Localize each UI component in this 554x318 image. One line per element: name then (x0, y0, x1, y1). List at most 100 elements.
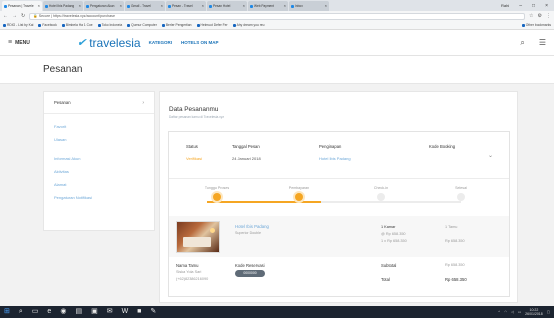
lodging-header: Penginapan (319, 144, 342, 149)
order-progress: Tunggu Proses Pembayaran Check-in Selesa… (169, 179, 509, 215)
bookmark-icon (127, 23, 131, 27)
bookmark-icon (161, 23, 165, 27)
store-icon[interactable]: ▣ (91, 306, 98, 318)
close-tab-icon[interactable]: × (120, 1, 122, 11)
sidebar-item-ulasan[interactable]: Ulasan (44, 133, 154, 146)
menu-button[interactable]: ≡ MENU (8, 39, 78, 46)
sidebar-item-pengaturan-notifikasi[interactable]: Pengaturan Notifikasi (44, 191, 154, 204)
sidebar-item-informasi-akun[interactable]: Informasi Akun (44, 152, 154, 165)
profile-name[interactable]: Rahi (501, 3, 509, 8)
room-type: Superior Double (235, 231, 261, 235)
notification-icon[interactable]: ▢ (547, 310, 550, 314)
task-view-icon[interactable]: ▭ (32, 306, 39, 318)
bookmark-item[interactable]: RDIG - List by Kai (3, 23, 33, 27)
hotel-photo[interactable] (176, 221, 220, 253)
booking-code-header: Kode Booking (429, 144, 456, 149)
favicon-icon (168, 4, 171, 8)
status-value: Verifikasi (186, 156, 203, 161)
minimize-icon[interactable]: – (519, 3, 522, 9)
lock-icon: 🔒 (33, 13, 38, 18)
search-icon[interactable]: ⌕ (520, 38, 524, 48)
browser-tab[interactable]: Web Payment × (248, 1, 288, 11)
close-tab-icon[interactable]: × (79, 1, 81, 11)
guest-phone: (+62)82386216090 (176, 277, 209, 281)
step-pembayaran: Pembayaran (269, 179, 329, 201)
bookmark-item[interactable]: Bimbela Ha 1 Coe (61, 23, 93, 27)
close-tab-icon[interactable]: × (243, 1, 245, 11)
sidebar-item-pesanan[interactable]: Pesanan › (44, 92, 154, 114)
tray-chevron-icon[interactable]: ^ (498, 310, 500, 314)
bookmark-item[interactable]: Qurnur Computer (127, 23, 157, 27)
browser-tab[interactable]: Pesan - Travel × (166, 1, 206, 11)
explorer-icon[interactable]: ▤ (75, 306, 82, 318)
browser-tab[interactable]: Gmail - Travel × (125, 1, 165, 11)
back-icon[interactable]: ← (3, 13, 8, 19)
forward-icon[interactable]: → (12, 13, 17, 19)
favicon-icon (127, 4, 130, 8)
bookmark-item[interactable]: Ahy dream you reu (232, 23, 264, 27)
mail-icon[interactable]: ✉ (107, 306, 113, 318)
favicon-icon (86, 4, 89, 8)
hamburger-icon: ≡ (8, 39, 13, 46)
account-sidebar: Pesanan › Favorit Ulasan Informasi Akun A… (43, 91, 155, 231)
browser-tab[interactable]: Inbox × (289, 1, 329, 11)
other-bookmarks[interactable]: Other bookmarks (521, 23, 551, 27)
logo-bird-icon: ✔ (76, 37, 89, 49)
hotel-name[interactable]: Hotel Ibis Padang (235, 224, 269, 229)
favicon-icon (291, 4, 294, 8)
volume-icon[interactable]: ◁ (511, 310, 514, 314)
window-controls: Rahi – □ × (501, 0, 554, 11)
favicon-icon (45, 4, 48, 8)
windows-start-icon[interactable]: ⊞ (4, 306, 10, 318)
browser-tab[interactable]: Pesan Hotel × (207, 1, 247, 11)
pen-icon[interactable]: ✎ (150, 306, 156, 318)
sidebar-item-alamat[interactable]: Alamat (44, 178, 154, 191)
close-tab-icon[interactable]: × (325, 1, 327, 11)
bookmark-item[interactable]: Facebook (38, 23, 57, 27)
battery-icon[interactable]: ▭ (518, 310, 521, 314)
close-window-icon[interactable]: × (545, 3, 548, 9)
chevron-down-icon[interactable]: ⌄ (488, 152, 493, 159)
star-icon[interactable]: ☆ (529, 13, 533, 19)
sidebar-item-favorit[interactable]: Favorit (44, 120, 154, 133)
subtotal-value: Rp 658.350 (445, 263, 465, 267)
order-summary[interactable]: Status Verifikasi Tanggal Pesan 24 Janua… (169, 132, 509, 179)
sidebar-item-aktivitas[interactable]: Aktivitas (44, 165, 154, 178)
total-label: Total (381, 277, 390, 282)
browser-tab[interactable]: Pengaturan Akun × (84, 1, 124, 11)
bookmark-item[interactable]: Toko Indoneia (97, 23, 122, 27)
close-tab-icon[interactable]: × (161, 1, 163, 11)
close-tab-icon[interactable]: × (38, 1, 40, 11)
reload-icon[interactable]: ↻ (21, 13, 25, 19)
search-icon[interactable]: ⌕ (19, 306, 23, 318)
browser-tab[interactable]: Hotel Ibis Padang × (43, 1, 83, 11)
price-calc: 1 x Rp 658.350 (381, 239, 407, 243)
orders-subtitle: Daftar pesanan kamu di Travelesia.xyz (169, 115, 224, 119)
lodging-value[interactable]: Hotel Ibis Padang (319, 156, 351, 161)
taskbar-clock[interactable]: 10:22 26/01/2018 (525, 308, 543, 316)
browser-menu-icon[interactable]: ⋮ (546, 13, 551, 19)
url-field[interactable]: 🔒 Secure | https://travelesia.xyz/accoun… (29, 12, 526, 20)
edge-icon[interactable]: e (47, 306, 51, 318)
word-icon[interactable]: W (122, 306, 129, 318)
bookmark-icon (196, 23, 200, 27)
close-tab-icon[interactable]: × (202, 1, 204, 11)
maximize-icon[interactable]: □ (532, 3, 535, 9)
wifi-icon[interactable]: ◠ (504, 310, 507, 314)
filter-icon[interactable]: ☰ (539, 38, 546, 48)
browser-tab-strip: Pesanan | Travele × Hotel Ibis Padang × Pe… (0, 0, 554, 11)
bookmark-item[interactable]: Berler Pengertian (161, 23, 192, 27)
reservation-code-badge: 0000000 (235, 270, 265, 277)
favicon-icon (4, 4, 7, 8)
step-dot (213, 193, 221, 201)
browser-tab[interactable]: Pesanan | Travele × (2, 1, 42, 11)
nav-link-kategori[interactable]: KATEGORI (149, 40, 172, 45)
close-tab-icon[interactable]: × (284, 1, 286, 11)
nav-link-hotels-on-map[interactable]: HOTELS ON MAP (181, 40, 219, 45)
chrome-icon[interactable]: ◉ (60, 306, 66, 318)
line-total: Rp 658.350 (445, 239, 465, 243)
site-logo[interactable]: ✔ travelesia (76, 36, 140, 50)
bookmark-item[interactable]: Helmuut Defer Fer (196, 23, 228, 27)
app-icon[interactable]: ■ (137, 306, 141, 318)
extension-icon[interactable]: ⚙ (538, 13, 542, 19)
